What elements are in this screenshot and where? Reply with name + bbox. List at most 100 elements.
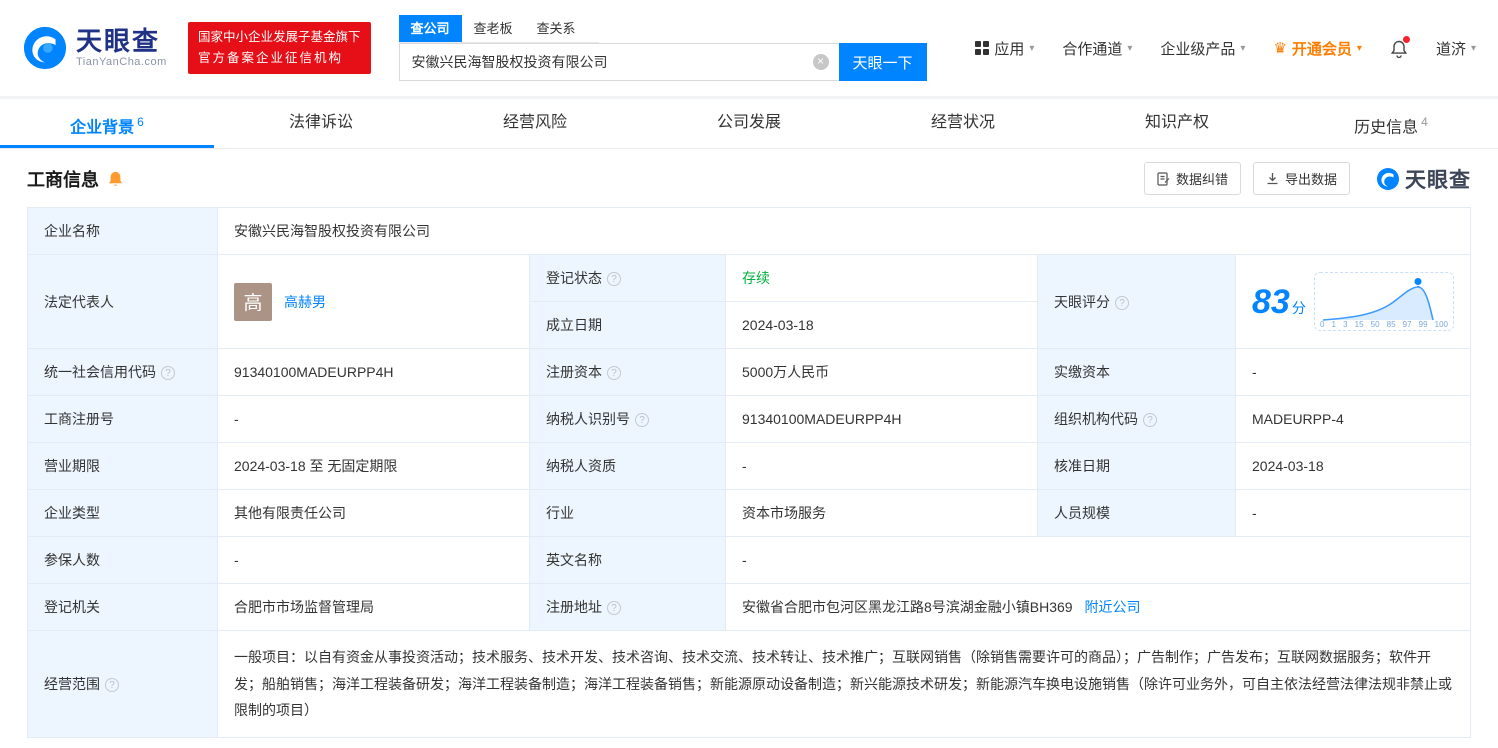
clear-search-icon[interactable]: × — [812, 54, 829, 70]
tab-count: 6 — [137, 115, 144, 129]
reg-status-label: 登记状态? — [529, 254, 726, 302]
nav-apps[interactable]: 应用 ▾ — [975, 38, 1034, 59]
nav-cooperation-label: 合作通道 — [1062, 40, 1123, 58]
help-icon[interactable]: ? — [1115, 295, 1129, 310]
tab-label: 知识产权 — [1144, 114, 1209, 131]
tab-label: 历史信息 — [1354, 119, 1419, 137]
industry-label: 行业 — [529, 489, 726, 537]
tab-operating-risk[interactable]: 经营风险 — [428, 99, 642, 148]
table-row: 企业名称 安徽兴民海智股权投资有限公司 — [27, 207, 1471, 255]
english-name-value: - — [725, 536, 1471, 584]
nav-user-account[interactable]: 道济 ▾ — [1436, 38, 1476, 59]
legal-rep-link[interactable]: 高赫男 — [284, 292, 326, 312]
watermark-text: 天眼查 — [1405, 168, 1471, 192]
nearby-companies-link[interactable]: 附近公司 — [1084, 599, 1140, 615]
unread-dot — [1402, 35, 1410, 43]
help-icon[interactable]: ? — [607, 272, 621, 286]
tab-legal-proceedings[interactable]: 法律诉讼 — [214, 99, 428, 148]
unified-code-label: 统一社会信用代码? — [27, 348, 218, 396]
reg-address-text: 安徽省合肥市包河区黑龙江路8号滨湖金融小镇BH369 — [742, 599, 1073, 615]
paid-capital-label: 实缴资本 — [1037, 348, 1236, 396]
search-button[interactable]: 天眼一下 — [838, 43, 927, 81]
tab-history-info[interactable]: 历史信息 4 — [1284, 99, 1498, 148]
taxpayer-quality-label: 纳税人资质 — [529, 442, 726, 490]
table-row: 企业类型 其他有限责任公司 行业 资本市场服务 人员规模 - — [27, 489, 1471, 537]
nav-cooperation[interactable]: 合作通道 ▾ — [1062, 38, 1132, 59]
tab-label: 经营风险 — [502, 114, 567, 131]
top-nav: 应用 ▾ 合作通道 ▾ 企业级产品 ▾ ♛ 开通会员 ▾ 道济 ▾ — [975, 35, 1476, 59]
search-input[interactable] — [398, 43, 839, 81]
tab-company-development[interactable]: 公司发展 — [642, 99, 856, 148]
industry-value: 资本市场服务 — [725, 489, 1038, 537]
logo-swirl-icon — [23, 26, 67, 70]
reg-address-value: 安徽省合肥市包河区黑龙江路8号滨湖金融小镇BH369 附近公司 — [725, 583, 1471, 631]
company-name-label: 企业名称 — [27, 207, 218, 255]
reg-authority-value: 合肥市市场监督管理局 — [217, 583, 530, 631]
help-icon[interactable]: ? — [105, 677, 119, 692]
reg-capital-value: 5000万人民币 — [725, 348, 1038, 396]
approval-date-label: 核准日期 — [1037, 442, 1236, 490]
data-correction-button[interactable]: 数据纠错 — [1143, 162, 1241, 195]
search-tab-boss[interactable]: 查老板 — [462, 15, 525, 42]
tab-label: 经营状况 — [930, 114, 995, 131]
help-icon[interactable]: ? — [607, 366, 621, 380]
insured-num-value: - — [217, 536, 530, 584]
reg-no-label: 工商注册号 — [27, 395, 218, 443]
reg-authority-label: 登记机关 — [27, 583, 218, 631]
tab-label: 公司发展 — [716, 114, 781, 131]
biz-term-label: 营业期限 — [27, 442, 218, 490]
est-date-value: 2024-03-18 — [725, 301, 1038, 349]
legal-rep-value: 高 高赫男 — [217, 254, 530, 349]
company-name-value: 安徽兴民海智股权投资有限公司 — [217, 207, 1471, 255]
help-icon[interactable]: ? — [1143, 413, 1157, 427]
taxpayer-id-label: 纳税人识别号? — [529, 395, 726, 443]
reg-status-value: 存续 — [725, 254, 1038, 302]
download-icon — [1267, 172, 1278, 184]
export-data-button[interactable]: 导出数据 — [1252, 162, 1350, 195]
chevron-down-icon: ▾ — [1029, 42, 1035, 54]
nav-vip-membership[interactable]: ♛ 开通会员 ▾ — [1273, 38, 1362, 59]
score-number: 83 分 — [1252, 282, 1306, 321]
company-type-label: 企业类型 — [27, 489, 218, 537]
nav-apps-label: 应用 — [994, 40, 1025, 58]
main-tabs: 企业背景 6 法律诉讼 经营风险 公司发展 经营状况 知识产权 历史信息 4 — [0, 99, 1498, 149]
score-label: 天眼评分? — [1037, 254, 1236, 349]
org-code-value: MADEURPP-4 — [1235, 395, 1471, 443]
help-icon[interactable]: ? — [607, 601, 621, 615]
table-row: 统一社会信用代码? 91340100MADEURPP4H 注册资本? 5000万… — [27, 348, 1471, 396]
export-data-label: 导出数据 — [1284, 172, 1337, 187]
org-code-label: 组织机构代码? — [1037, 395, 1236, 443]
business-info-section-header: 工商信息 数据纠错 导出数据 天眼查 — [0, 149, 1498, 205]
legal-rep-avatar[interactable]: 高 — [234, 282, 272, 321]
tab-company-background[interactable]: 企业背景 6 — [0, 99, 214, 148]
table-row: 工商注册号 - 纳税人识别号? 91340100MADEURPP4H 组织机构代… — [27, 395, 1471, 443]
nav-user-label: 道济 — [1435, 40, 1466, 58]
tab-operating-status[interactable]: 经营状况 — [856, 99, 1070, 148]
crown-icon: ♛ — [1273, 40, 1287, 57]
watermark-logo: 天眼查 — [1376, 164, 1471, 194]
tab-label: 法律诉讼 — [288, 114, 353, 131]
monitor-bell-icon[interactable] — [107, 170, 124, 188]
chevron-down-icon: ▾ — [1240, 42, 1246, 54]
search-tab-relation[interactable]: 查关系 — [525, 15, 588, 42]
data-correction-label: 数据纠错 — [1175, 172, 1228, 187]
search-tab-company[interactable]: 查公司 — [398, 15, 462, 42]
tianyancha-logo[interactable]: 天眼查 TianYanCha.com — [22, 25, 172, 71]
insured-num-label: 参保人数 — [27, 536, 218, 584]
tab-label: 企业背景 — [70, 119, 135, 137]
table-row: 营业期限 2024-03-18 至 无固定期限 纳税人资质 - 核准日期 202… — [27, 442, 1471, 490]
watermark-swirl-icon — [1377, 167, 1399, 190]
nav-enterprise-products[interactable]: 企业级产品 ▾ — [1160, 38, 1245, 59]
status-badge: 存续 — [742, 270, 770, 286]
business-info-table: 企业名称 安徽兴民海智股权投资有限公司 法定代表人 高 高赫男 登记状态? 存续… — [27, 207, 1471, 738]
unified-code-value: 91340100MADEURPP4H — [217, 348, 530, 396]
table-row: 参保人数 - 英文名称 - — [27, 536, 1471, 584]
table-row: 登记机关 合肥市市场监督管理局 注册地址? 安徽省合肥市包河区黑龙江路8号滨湖金… — [27, 583, 1471, 631]
tab-intellectual-property[interactable]: 知识产权 — [1070, 99, 1284, 148]
biz-term-value: 2024-03-18 至 无固定期限 — [217, 442, 530, 490]
company-type-value: 其他有限责任公司 — [217, 489, 530, 537]
apps-grid-icon — [975, 41, 990, 55]
help-icon[interactable]: ? — [635, 413, 649, 427]
help-icon[interactable]: ? — [161, 366, 175, 380]
notification-bell[interactable] — [1390, 35, 1410, 58]
